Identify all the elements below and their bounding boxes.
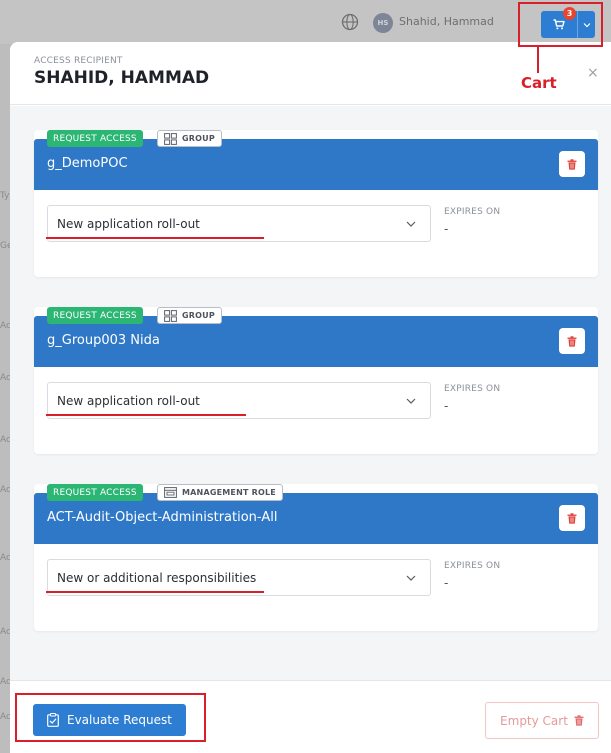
recipient-name: SHAHID, HAMMAD — [34, 68, 210, 88]
expires-value: - — [444, 399, 449, 413]
group-icon — [164, 132, 177, 145]
group-icon — [164, 309, 177, 322]
item-type-badge: GROUP — [157, 130, 222, 147]
remove-item-button[interactable] — [559, 151, 585, 177]
chevron-down-icon — [406, 398, 416, 404]
trash-icon — [567, 335, 577, 347]
cart-modal: ACCESS RECIPIENT SHAHID, HAMMAD × g_Demo… — [10, 42, 611, 753]
empty-cart-label: Empty Cart — [500, 713, 568, 728]
modal-body: g_DemoPOC REQUEST ACCESS GROUP New appli… — [10, 106, 611, 680]
cart-annotation-line — [537, 47, 539, 73]
globe-icon — [341, 13, 359, 31]
expires-value: - — [444, 222, 449, 236]
request-access-badge: REQUEST ACCESS — [47, 307, 143, 324]
empty-cart-button[interactable]: Empty Cart — [485, 702, 599, 739]
item-type-badge: MANAGEMENT ROLE — [157, 484, 283, 501]
cart-item-card: g_DemoPOC REQUEST ACCESS GROUP New appli… — [34, 130, 598, 277]
item-type-label: GROUP — [182, 311, 215, 320]
background-left-column: Ty Ge Ac Ac Ac Ac Ac Ac Ac Ac — [0, 44, 13, 753]
recipient-label: ACCESS RECIPIENT — [34, 56, 123, 66]
trash-icon — [567, 512, 577, 524]
evaluate-annotation-box — [15, 693, 206, 742]
remove-item-button[interactable] — [559, 328, 585, 354]
cart-item-card: ACT-Audit-Object-Administration-All REQU… — [34, 484, 598, 631]
expires-label: EXPIRES ON — [444, 207, 501, 217]
user-name[interactable]: Shahid, Hammad — [399, 15, 494, 28]
annotation-underline — [46, 237, 264, 239]
management-role-icon — [164, 487, 177, 498]
cart-item-card: g_Group003 Nida REQUEST ACCESS GROUP New… — [34, 307, 598, 454]
expires-value: - — [444, 576, 449, 590]
annotation-underline — [46, 414, 246, 416]
request-access-badge: REQUEST ACCESS — [47, 130, 143, 147]
close-icon[interactable]: × — [587, 65, 599, 81]
annotation-underline — [46, 591, 264, 593]
remove-item-button[interactable] — [559, 505, 585, 531]
expires-label: EXPIRES ON — [444, 561, 501, 571]
bg-clip-text: Ty — [0, 191, 10, 201]
trash-icon — [567, 158, 577, 170]
cart-item-title: ACT-Audit-Object-Administration-All — [47, 510, 278, 525]
item-type-label: MANAGEMENT ROLE — [182, 488, 276, 497]
reason-select-value: New or additional responsibilities — [57, 571, 257, 585]
item-type-label: GROUP — [182, 134, 215, 143]
cart-item-title: g_DemoPOC — [47, 156, 128, 171]
expires-label: EXPIRES ON — [444, 384, 501, 394]
reason-select-value: New application roll-out — [57, 394, 200, 408]
trash-icon — [574, 715, 584, 726]
cart-annotation-label: Cart — [521, 74, 557, 92]
chevron-down-icon — [406, 221, 416, 227]
item-type-badge: GROUP — [157, 307, 222, 324]
reason-select-value: New application roll-out — [57, 217, 200, 231]
cart-item-title: g_Group003 Nida — [47, 333, 160, 348]
request-access-badge: REQUEST ACCESS — [47, 484, 143, 501]
chevron-down-icon — [406, 575, 416, 581]
user-avatar[interactable]: HS — [373, 13, 393, 33]
cart-annotation-box — [518, 2, 603, 47]
